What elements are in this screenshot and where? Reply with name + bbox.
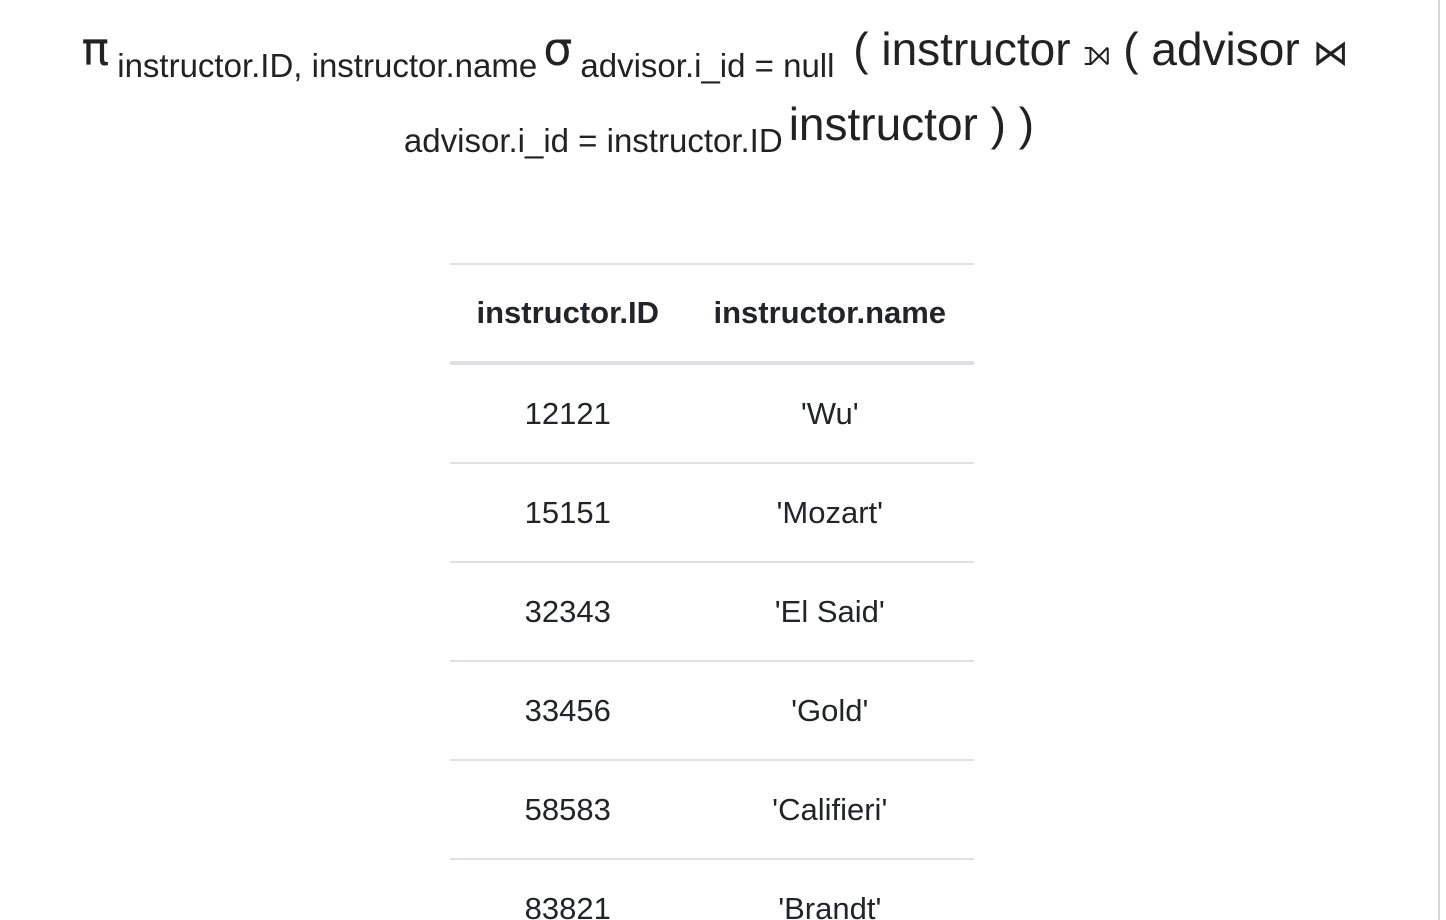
result-table: instructor.ID instructor.name 12121 'Wu'… (450, 263, 974, 920)
table-row: 58583 'Califieri' (450, 760, 974, 860)
open-paren: ( (1123, 23, 1139, 75)
table-cell-name: 'Wu' (685, 363, 974, 464)
table-header-row: instructor.ID instructor.name (450, 263, 974, 365)
selection-operator: σ (543, 22, 573, 76)
table-cell-name: 'Califieri' (685, 760, 974, 860)
table-cell-id: 58583 (450, 760, 686, 860)
table-cell-name: 'Gold' (685, 661, 974, 761)
table-cell-name: 'Brandt' (685, 859, 974, 920)
table-cell-id: 32343 (450, 562, 686, 662)
table-row: 12121 'Wu' (450, 363, 974, 464)
column-header: instructor.ID (450, 263, 686, 365)
table-cell-name: 'El Said' (685, 562, 974, 662)
open-paren: ( (853, 23, 869, 75)
relation-instructor: instructor (788, 98, 978, 150)
left-outer-join-operator: ⟕ (1083, 33, 1111, 74)
panel-border (1438, 0, 1446, 920)
natural-join-operator: ⋈ (1312, 33, 1349, 74)
table-cell-id: 33456 (450, 661, 686, 761)
table-cell-id: 12121 (450, 363, 686, 464)
table-row: 15151 'Mozart' (450, 463, 974, 563)
relation-instructor: instructor (881, 23, 1071, 75)
table-row: 83821 'Brandt' (450, 859, 974, 920)
table-row: 33456 'Gold' (450, 661, 974, 761)
column-header: instructor.name (685, 263, 974, 365)
projection-operator: π (81, 22, 110, 76)
projection-attributes: instructor.ID, instructor.name (117, 47, 538, 84)
relational-algebra-expression: π instructor.ID, instructor.name σ advisor.… (0, 20, 1430, 170)
selection-condition: advisor.i_id = null (580, 47, 835, 84)
table-cell-id: 15151 (450, 463, 686, 563)
close-parens: ) ) (990, 98, 1035, 150)
table-cell-name: 'Mozart' (685, 463, 974, 563)
join-condition: advisor.i_id = instructor.ID (403, 122, 783, 159)
table-row: 32343 'El Said' (450, 562, 974, 662)
table-cell-id: 83821 (450, 859, 686, 920)
relation-advisor: advisor (1151, 23, 1300, 75)
